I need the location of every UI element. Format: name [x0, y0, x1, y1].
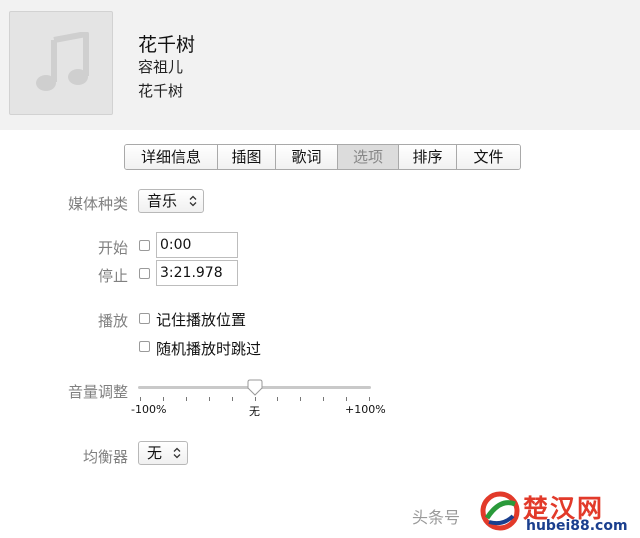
volume-tick [255, 397, 256, 401]
stop-checkbox[interactable] [139, 268, 150, 279]
equalizer-value: 无 [147, 444, 163, 462]
start-time-field[interactable]: 0:00 [156, 232, 238, 258]
volume-tick [186, 397, 187, 401]
volume-tick [323, 397, 324, 401]
skip-shuffle-label[interactable]: 随机播放时跳过 [156, 338, 261, 359]
brand-logo-icon [480, 491, 520, 531]
volume-tick [232, 397, 233, 401]
album-artwork[interactable] [9, 11, 113, 115]
volume-slider-thumb[interactable] [247, 379, 263, 397]
brand-url: hubei88.com [526, 518, 628, 534]
watermark-text: 头条号 [412, 508, 461, 527]
start-checkbox[interactable] [139, 240, 150, 251]
song-title: 花千树 [138, 34, 196, 56]
volume-tick [346, 397, 347, 401]
remember-position-label[interactable]: 记住播放位置 [156, 309, 246, 330]
media-kind-value: 音乐 [147, 192, 178, 210]
media-kind-select[interactable]: 音乐 [138, 189, 204, 213]
volume-tick [140, 397, 141, 401]
volume-adjust-label: 音量调整 [67, 383, 128, 401]
volume-tick [369, 397, 370, 401]
tab-file[interactable]: 文件 [457, 145, 520, 169]
media-kind-label: 媒体种类 [67, 195, 128, 213]
volume-tick [300, 397, 301, 401]
start-label: 开始 [97, 239, 128, 257]
stop-label: 停止 [97, 267, 128, 285]
tab-artwork[interactable]: 插图 [218, 145, 276, 169]
tab-details[interactable]: 详细信息 [125, 145, 218, 169]
volume-min-label: -100% [131, 403, 167, 416]
tab-lyrics[interactable]: 歌词 [276, 145, 338, 169]
volume-max-label: +100% [345, 403, 386, 416]
playback-label: 播放 [97, 312, 128, 330]
info-tabs: 详细信息 插图 歌词 选项 排序 文件 [124, 144, 521, 170]
volume-tick [209, 397, 210, 401]
equalizer-label: 均衡器 [82, 448, 128, 466]
stop-time-field[interactable]: 3:21.978 [156, 260, 238, 286]
skip-shuffle-checkbox[interactable] [139, 341, 150, 352]
music-note-icon [36, 32, 89, 91]
volume-tick [277, 397, 278, 401]
track-header: 花千树 容祖儿 花千树 [0, 0, 640, 130]
tab-options[interactable]: 选项 [338, 145, 399, 169]
updown-chevron-icon [173, 447, 181, 459]
equalizer-select[interactable]: 无 [138, 441, 188, 465]
remember-position-checkbox[interactable] [139, 313, 150, 324]
tab-sorting[interactable]: 排序 [399, 145, 457, 169]
updown-chevron-icon [189, 195, 197, 207]
volume-tick [163, 397, 164, 401]
song-album: 花千树 [138, 82, 184, 100]
song-artist: 容祖儿 [138, 58, 184, 76]
volume-mid-label: 无 [249, 405, 260, 418]
